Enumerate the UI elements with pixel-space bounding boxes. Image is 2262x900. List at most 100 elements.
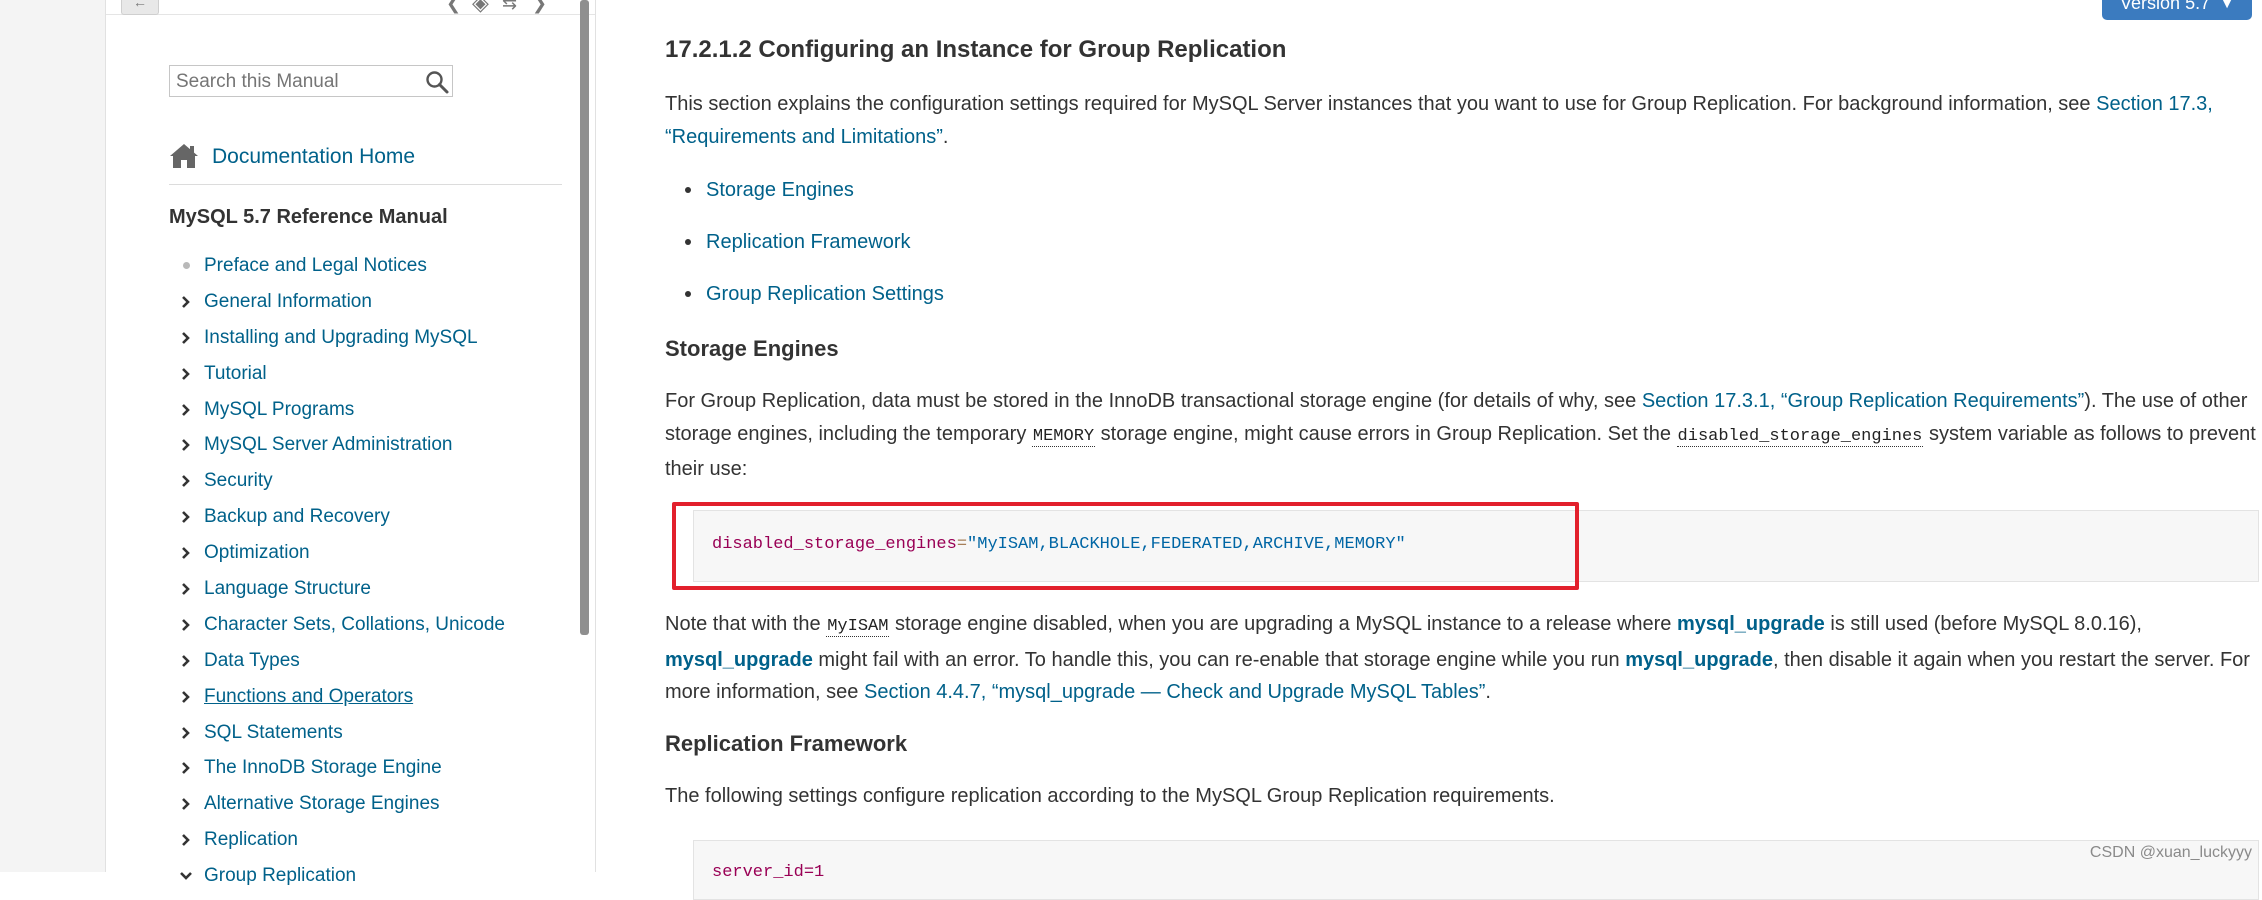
intro-paragraph: This section explains the configuration … <box>665 93 2213 148</box>
toc-item-label[interactable]: Tutorial <box>204 363 267 385</box>
home-icon <box>170 144 198 168</box>
toc-item[interactable]: MySQL Programs <box>176 392 505 428</box>
toc-item-label[interactable]: Language Structure <box>204 578 371 600</box>
toc-item[interactable]: Security <box>176 463 505 499</box>
toc-item-label[interactable]: Group Replication <box>204 865 356 887</box>
chevron-right-icon[interactable] <box>176 507 196 527</box>
version-label: Version 5.7 <box>2120 0 2211 13</box>
search-icon[interactable] <box>424 69 450 95</box>
chevron-right-icon[interactable] <box>176 723 196 743</box>
toc-item-label[interactable]: Security <box>204 470 273 492</box>
search-input[interactable] <box>176 70 416 94</box>
toc-item[interactable]: General Information <box>176 284 505 320</box>
toc-item[interactable]: Character Sets, Collations, Unicode <box>176 607 505 643</box>
chevron-left-icon[interactable]: ❮ <box>446 0 461 12</box>
chevron-right-icon[interactable] <box>176 471 196 491</box>
toc-item-label[interactable]: Character Sets, Collations, Unicode <box>204 614 505 636</box>
chevron-right-icon[interactable] <box>176 400 196 420</box>
toc-item[interactable]: Tutorial <box>176 356 505 392</box>
chevron-right-icon[interactable]: ❯ <box>532 0 547 12</box>
chevron-right-icon[interactable] <box>176 579 196 599</box>
toc-item[interactable]: Data Types <box>176 643 505 679</box>
toc-item-label[interactable]: The InnoDB Storage Engine <box>204 757 442 779</box>
toc-item[interactable]: Group Replication <box>176 858 505 894</box>
toc-item-label[interactable]: Data Types <box>204 650 300 672</box>
storage-paragraph: For Group Replication, data must be stor… <box>665 390 2256 480</box>
replication-code-line: server_id=1 <box>712 863 825 882</box>
expand-icon[interactable]: ⇆ <box>502 0 517 12</box>
page-title: 17.2.1.2 Configuring an Instance for Gro… <box>665 36 1287 63</box>
red-highlight-box <box>672 502 1579 590</box>
mysql-upgrade-link-1[interactable]: mysql_upgrade <box>1677 613 1825 635</box>
disabled-storage-engines-code[interactable]: disabled_storage_engines <box>1676 426 1924 447</box>
chevron-right-icon[interactable] <box>176 615 196 635</box>
search-box <box>169 65 453 97</box>
toc-item-label[interactable]: General Information <box>204 291 372 313</box>
toc-list: Preface and Legal Notices General Informa… <box>176 248 505 894</box>
gr-requirements-link[interactable]: Section 17.3.1, “Group Replication Requi… <box>1642 390 2084 412</box>
chevron-right-icon[interactable] <box>176 651 196 671</box>
toc-item-label[interactable]: Backup and Recovery <box>204 506 390 528</box>
toc-item-label[interactable]: SQL Statements <box>204 722 343 744</box>
section-bullet-link[interactable]: Storage Engines <box>706 179 854 202</box>
chevron-right-icon[interactable] <box>176 364 196 384</box>
toc-item-label[interactable]: Functions and Operators <box>204 686 413 708</box>
sidebar-divider <box>169 184 562 185</box>
version-selector-button[interactable]: Version 5.7 ▼ <box>2102 0 2252 20</box>
toc-item[interactable]: SQL Statements <box>176 715 505 751</box>
toc-item-label[interactable]: MySQL Server Administration <box>204 434 453 456</box>
left-gutter <box>0 0 105 872</box>
chevron-right-icon[interactable] <box>176 830 196 850</box>
toc-item-label[interactable]: MySQL Programs <box>204 399 354 421</box>
toc-item[interactable]: Functions and Operators <box>176 679 505 715</box>
replication-framework-heading: Replication Framework <box>665 731 908 756</box>
toc-item-label[interactable]: Preface and Legal Notices <box>204 255 427 277</box>
chevron-right-icon[interactable] <box>176 328 196 348</box>
chevron-right-icon[interactable] <box>176 292 196 312</box>
chevron-right-icon[interactable] <box>176 687 196 707</box>
bullet-dot <box>685 187 691 193</box>
arrow-left-icon: ← <box>133 0 147 10</box>
mysql-upgrade-section-link[interactable]: Section 4.4.7, “mysql_upgrade — Check an… <box>864 681 1485 703</box>
manual-title: MySQL 5.7 Reference Manual <box>169 206 448 228</box>
section-bullets: Storage Engines Replication Framework Grou… <box>685 164 944 320</box>
toc-item[interactable]: Language Structure <box>176 571 505 607</box>
replication-paragraph: The following settings configure replica… <box>665 785 1555 807</box>
toc-item[interactable]: The InnoDB Storage Engine <box>176 750 505 786</box>
toc-item-label[interactable]: Alternative Storage Engines <box>204 793 440 815</box>
chevron-right-icon[interactable] <box>176 794 196 814</box>
toc-item[interactable]: Alternative Storage Engines <box>176 786 505 822</box>
mysql-upgrade-link-3[interactable]: mysql_upgrade <box>1625 649 1773 671</box>
myisam-code[interactable]: MyISAM <box>826 617 890 637</box>
toc-item[interactable]: Preface and Legal Notices <box>176 248 505 284</box>
toc-item-label[interactable]: Installing and Upgrading MySQL <box>204 327 478 349</box>
toc-item[interactable]: MySQL Server Administration <box>176 427 505 463</box>
chevron-right-icon[interactable] <box>176 543 196 563</box>
chevron-down-icon[interactable] <box>176 866 196 886</box>
section-bullet-item: Group Replication Settings <box>685 268 944 320</box>
chevron-down-icon: ▼ <box>2220 0 2234 11</box>
chevron-right-icon[interactable] <box>176 758 196 778</box>
toc-item-label[interactable]: Replication <box>204 829 298 851</box>
collapse-sidebar-button[interactable]: ← <box>121 0 159 15</box>
sidebar-scrollbar[interactable] <box>580 0 589 635</box>
dot-icon <box>182 262 190 270</box>
section-bullet-link[interactable]: Group Replication Settings <box>706 283 944 306</box>
memory-code[interactable]: MEMORY <box>1031 426 1096 447</box>
book-icon[interactable]: ◈ <box>472 0 489 14</box>
toc-item[interactable]: Optimization <box>176 535 505 571</box>
chevron-right-icon[interactable] <box>176 435 196 455</box>
note-paragraph: Note that with the MyISAM storage engine… <box>665 613 2250 703</box>
toc-item[interactable]: Backup and Recovery <box>176 499 505 535</box>
toc-item[interactable]: Installing and Upgrading MySQL <box>176 320 505 356</box>
toc-item[interactable]: Replication <box>176 822 505 858</box>
toc-item-label[interactable]: Optimization <box>204 542 310 564</box>
replication-code-block: server_id=1 <box>693 840 2259 900</box>
section-bullet-link[interactable]: Replication Framework <box>706 231 911 254</box>
sidebar-toolbar: ← ❮ ◈ ⇆ ❯ <box>106 0 595 15</box>
main-content: Version 5.7 ▼ 17.2.1.2 Configuring an In… <box>665 0 2262 900</box>
storage-engines-heading: Storage Engines <box>665 336 839 361</box>
mysql-upgrade-link-2[interactable]: mysql_upgrade <box>665 649 813 671</box>
bullet-icon[interactable] <box>176 256 196 276</box>
watermark: CSDN @xuan_luckyyy <box>2089 844 2252 861</box>
